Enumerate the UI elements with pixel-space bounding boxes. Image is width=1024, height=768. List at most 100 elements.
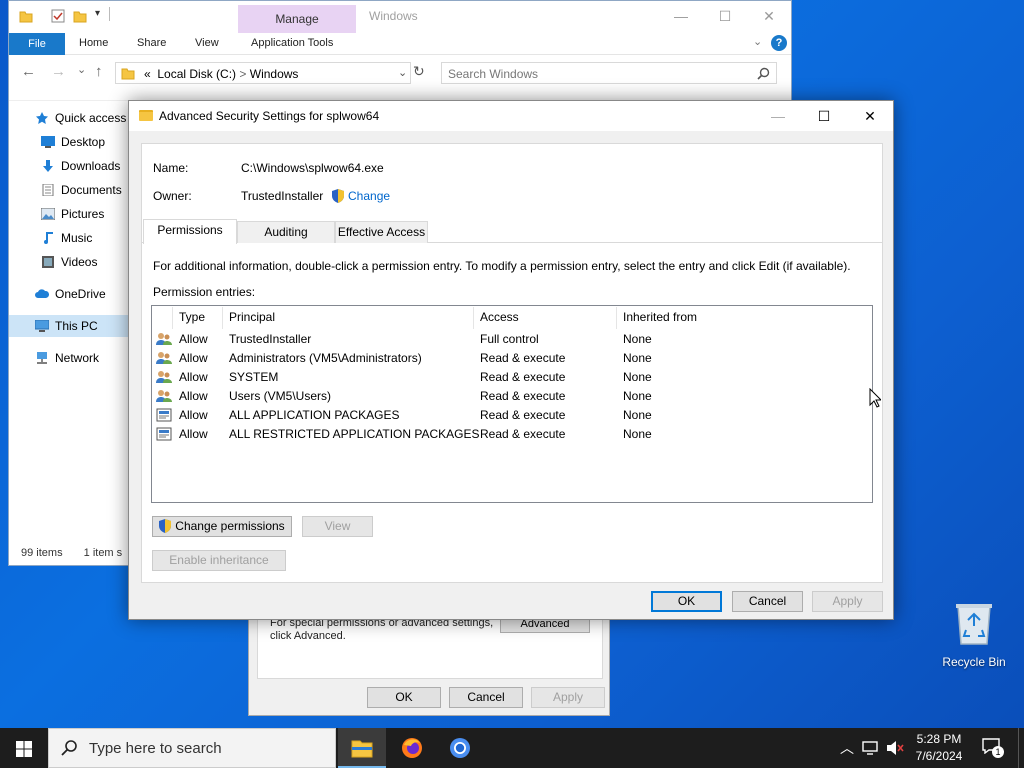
name-label: Name: xyxy=(153,161,189,175)
window-title: Windows xyxy=(369,9,418,23)
change-permissions-button[interactable]: Change permissions xyxy=(152,516,292,537)
sidebar-item-quick-access[interactable]: Quick access xyxy=(35,108,126,128)
ok-button[interactable]: OK xyxy=(651,591,722,612)
tray-time: 5:28 PM xyxy=(916,732,962,746)
enable-inheritance-button[interactable]: Enable inheritance xyxy=(152,550,286,571)
sidebar-item-music[interactable]: Music xyxy=(41,228,92,248)
properties-icon[interactable] xyxy=(51,9,65,23)
network-status-icon[interactable] xyxy=(862,740,880,756)
uac-shield-icon xyxy=(159,519,172,533)
quick-access-toolbar: ▾ xyxy=(9,1,239,33)
advanced-hint-text: For special permissions or advanced sett… xyxy=(270,617,494,642)
recycle-bin-shortcut[interactable]: Recycle Bin xyxy=(938,600,1010,669)
status-selected-count: 1 item s xyxy=(83,547,123,559)
tab-home[interactable]: Home xyxy=(79,37,108,49)
sidebar-item-documents[interactable]: Documents xyxy=(41,180,122,200)
windows-logo-icon xyxy=(16,741,32,757)
volume-muted-icon[interactable] xyxy=(886,740,904,756)
sidebar-item-videos[interactable]: Videos xyxy=(41,252,97,272)
taskbar-search-placeholder: Type here to search xyxy=(89,740,222,757)
search-icon xyxy=(61,740,77,756)
table-row[interactable]: Allow ALL APPLICATION PACKAGES Read & ex… xyxy=(152,406,872,425)
maximize-button[interactable]: ☐ xyxy=(801,105,847,127)
column-header-access[interactable]: Access xyxy=(480,310,519,324)
ribbon-tabs: Home Share View Application Tools ⌄ xyxy=(9,33,791,55)
tab-file[interactable]: File xyxy=(9,33,65,55)
props-cancel-button[interactable]: Cancel xyxy=(449,687,523,708)
tray-overflow-chevron-icon[interactable]: ︿ xyxy=(840,738,854,758)
tab-application-tools[interactable]: Application Tools xyxy=(251,37,333,49)
uac-shield-icon xyxy=(332,189,344,203)
users-icon xyxy=(156,390,172,402)
tab-auditing[interactable]: Auditing xyxy=(237,221,335,243)
new-folder-icon[interactable] xyxy=(73,9,87,23)
table-row[interactable]: Allow TrustedInstaller Full control None xyxy=(152,330,872,349)
tab-share[interactable]: Share xyxy=(137,37,166,49)
tab-manage[interactable]: Manage xyxy=(238,5,356,33)
breadcrumb-windows[interactable]: Windows xyxy=(250,67,299,81)
props-apply-button[interactable]: Apply xyxy=(531,687,605,708)
taskbar-file-explorer[interactable] xyxy=(338,728,386,768)
expand-ribbon-icon[interactable]: ⌄ xyxy=(753,35,762,48)
recent-chevron-icon[interactable]: ⌄ xyxy=(77,63,86,76)
close-button[interactable]: ✕ xyxy=(847,105,893,127)
forward-arrow-icon[interactable]: → xyxy=(51,63,66,80)
dialog-titlebar[interactable]: Advanced Security Settings for splwow64 … xyxy=(129,101,893,131)
table-row[interactable]: Allow SYSTEM Read & execute None xyxy=(152,368,872,387)
breadcrumb-separator[interactable]: > xyxy=(239,67,246,81)
notification-center-button[interactable]: 1 xyxy=(982,738,1004,758)
taskbar-firefox[interactable] xyxy=(388,728,436,768)
breadcrumb-local-disk[interactable]: Local Disk (C:) xyxy=(157,67,236,81)
owner-value: TrustedInstaller xyxy=(241,189,324,203)
sidebar-item-pictures[interactable]: Pictures xyxy=(41,204,104,224)
sidebar-item-this-pc[interactable]: This PC xyxy=(35,316,98,336)
taskbar-chromium[interactable] xyxy=(436,728,484,768)
table-row[interactable]: Allow Administrators (VM5\Administrators… xyxy=(152,349,872,368)
address-bar[interactable]: « Local Disk (C:) > Windows ⌄ xyxy=(115,62,411,84)
view-button[interactable]: View xyxy=(302,516,373,537)
mouse-cursor-icon xyxy=(869,388,881,408)
back-arrow-icon[interactable]: ← xyxy=(21,63,36,80)
folder-icon[interactable] xyxy=(19,9,33,23)
help-icon[interactable]: ? xyxy=(771,35,787,51)
properties-dialog[interactable]: For special permissions or advanced sett… xyxy=(248,616,610,716)
props-ok-button[interactable]: OK xyxy=(367,687,441,708)
change-owner-link[interactable]: Change xyxy=(332,189,390,203)
column-header-type[interactable]: Type xyxy=(179,310,205,324)
table-row[interactable]: Allow ALL RESTRICTED APPLICATION PACKAGE… xyxy=(152,425,872,444)
search-input[interactable]: Search Windows xyxy=(441,62,777,84)
properties-security-panel: For special permissions or advanced sett… xyxy=(257,617,603,679)
sidebar-item-downloads[interactable]: Downloads xyxy=(41,156,120,176)
table-row[interactable]: Allow Users (VM5\Users) Read & execute N… xyxy=(152,387,872,406)
column-divider xyxy=(222,307,223,329)
close-button[interactable]: ✕ xyxy=(747,5,791,27)
recycle-bin-icon xyxy=(956,604,992,645)
address-overflow[interactable]: « xyxy=(144,67,151,81)
chevron-down-icon[interactable]: ▾ xyxy=(95,8,100,19)
show-desktop-button[interactable] xyxy=(1018,728,1024,768)
address-dropdown-icon[interactable]: ⌄ xyxy=(398,66,407,79)
tray-clock[interactable]: 5:28 PM 7/6/2024 xyxy=(906,731,972,765)
up-arrow-icon[interactable]: ↑ xyxy=(95,63,103,80)
start-button[interactable] xyxy=(0,728,48,768)
minimize-button[interactable]: — xyxy=(755,105,801,127)
dialog-content: Name: C:\Windows\splwow64.exe Owner: Tru… xyxy=(141,143,883,583)
sidebar-item-network[interactable]: Network xyxy=(35,348,99,368)
sidebar-item-desktop[interactable]: Desktop xyxy=(41,132,105,152)
onedrive-icon xyxy=(35,289,49,298)
permission-entries-label: Permission entries: xyxy=(153,285,256,299)
column-header-principal[interactable]: Principal xyxy=(229,310,275,324)
taskbar-search-input[interactable]: Type here to search xyxy=(48,728,336,768)
tab-permissions[interactable]: Permissions xyxy=(143,219,237,244)
sidebar-item-onedrive[interactable]: OneDrive xyxy=(35,284,106,304)
tab-view[interactable]: View xyxy=(195,37,219,49)
maximize-button[interactable]: ☐ xyxy=(703,5,747,27)
advanced-security-dialog[interactable]: Advanced Security Settings for splwow64 … xyxy=(128,100,894,620)
column-header-inherited-from[interactable]: Inherited from xyxy=(623,310,697,324)
permission-entries-list[interactable]: Type Principal Access Inherited from All… xyxy=(151,305,873,503)
minimize-button[interactable]: — xyxy=(659,5,703,27)
cancel-button[interactable]: Cancel xyxy=(732,591,803,612)
refresh-icon[interactable]: ↻ xyxy=(413,63,425,80)
apply-button[interactable]: Apply xyxy=(812,591,883,612)
tab-effective-access[interactable]: Effective Access xyxy=(335,221,428,243)
